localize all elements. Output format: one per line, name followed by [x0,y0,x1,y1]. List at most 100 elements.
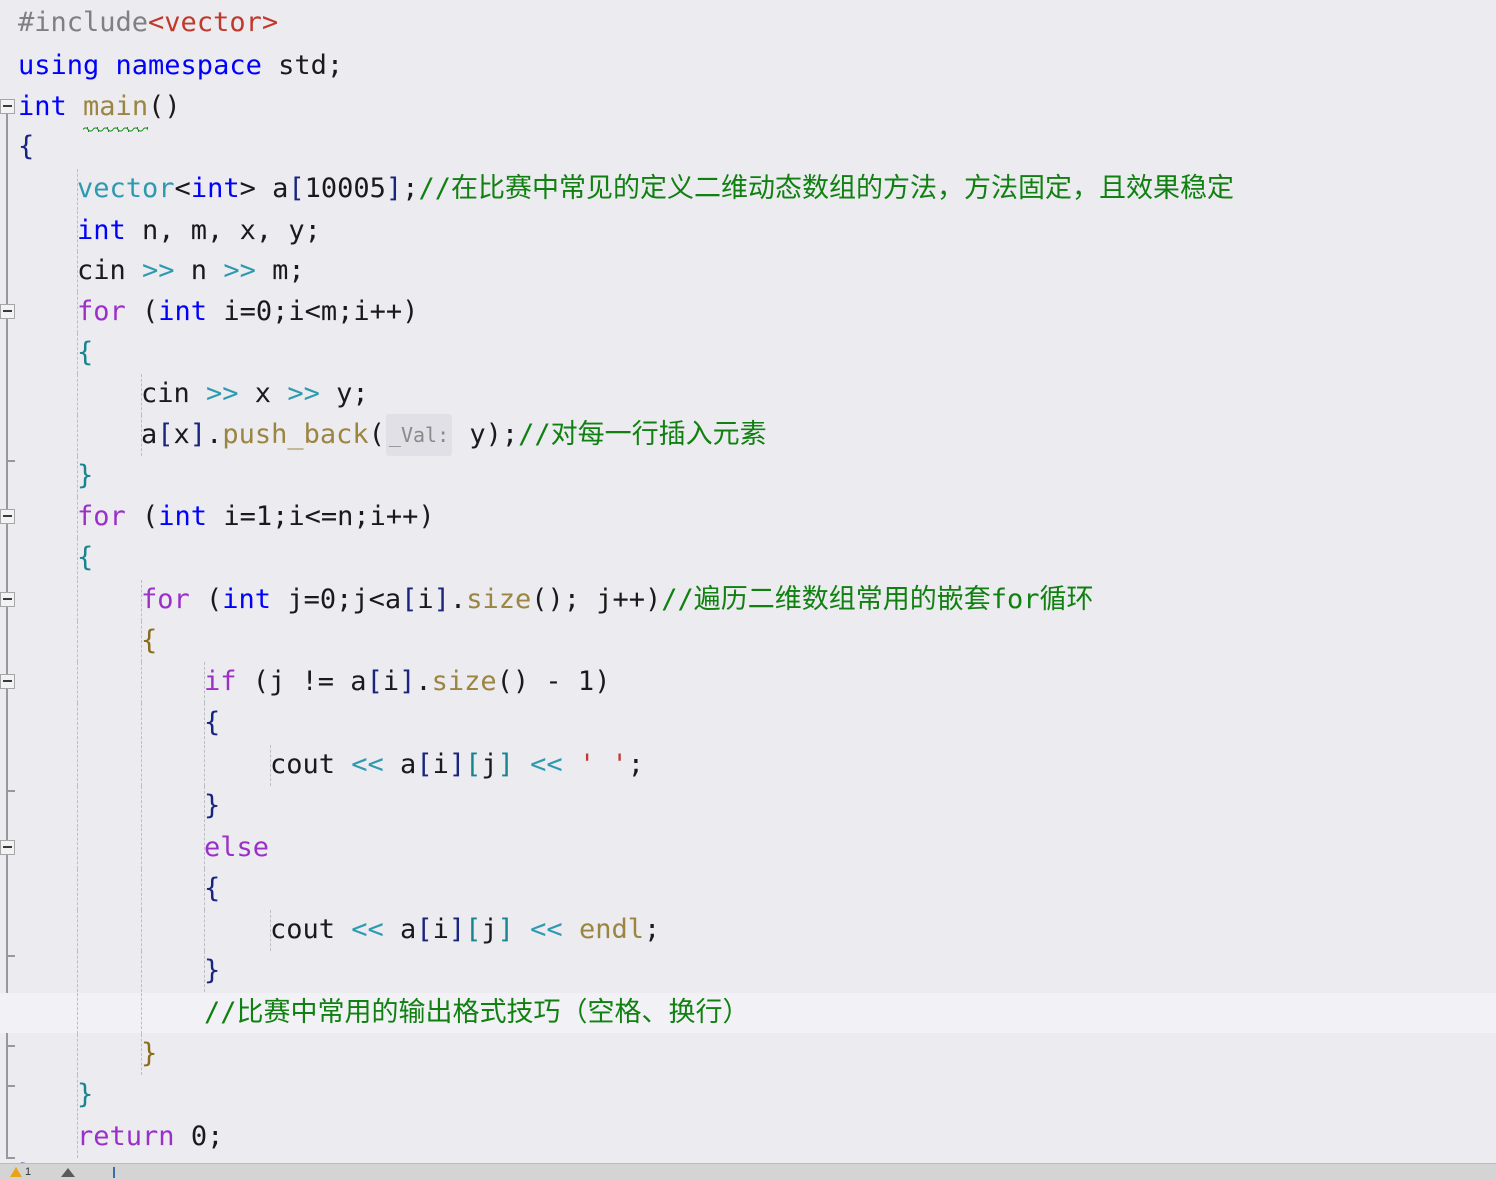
function-name-with-warning: main [83,87,149,133]
token-br1: ] [448,914,466,945]
token-br1: [ [288,173,305,204]
code-line[interactable]: int main() [0,87,1496,133]
code-line[interactable]: { [0,538,1496,578]
code-line[interactable]: vector < int > a[10005];//在比赛中常见的定义二维动态数组的方… [0,169,1496,209]
code-line[interactable]: cout << a[i][j] << ' '; [0,745,1496,785]
code-line[interactable]: { [0,621,1496,661]
token-kw: int [158,501,208,532]
indent-guide [77,1075,78,1116]
indent-guide [77,910,78,951]
token-plain: m; [255,255,305,286]
indent-guide [77,662,78,703]
token-br1: ] [189,419,207,450]
code-line[interactable]: } [0,1034,1496,1074]
indent-guide [204,910,205,951]
code-line[interactable]: for (int i=1;i<=n;i++) [0,497,1496,537]
code-line[interactable]: cin >> n >> m; [0,251,1496,291]
indent-guide [77,211,78,252]
code-line[interactable]: { [0,127,1496,167]
code-line[interactable]: { [0,869,1496,909]
code-line[interactable]: { [0,333,1496,373]
code-line[interactable]: } [0,786,1496,826]
text-caret-icon [113,1166,116,1178]
token-op: >> [223,255,256,286]
indent-guide [141,374,142,415]
token-kw: using namespace [18,50,262,81]
token-plain: ( [125,501,159,532]
token-br1: } [204,955,221,986]
token-plain: ( [189,584,223,615]
indent-guide [77,1117,78,1158]
indent-guide [141,703,142,744]
token-ctl: if [204,666,237,697]
token-plain: ; [643,914,661,945]
token-num: 0 [190,1121,208,1152]
indent-guide [141,951,142,992]
inlay-hint: _Val: [385,414,453,457]
token-kw: int [222,584,272,615]
code-editor[interactable]: #include <vector> using namespace std; int … [0,0,1496,1180]
code-line[interactable]: if (j != a[i]. size() - 1) [0,662,1496,702]
token-plain: x [238,378,288,409]
code-line[interactable]: cout << a[i][j] << endl; [0,910,1496,950]
token-br1: { [204,873,221,904]
token-pre: #include [18,7,149,38]
token-plain: i=0;i<m;i++) [207,296,419,327]
indent-guide [141,580,142,621]
indent-guide [204,703,205,744]
token-plain: y; [319,378,369,409]
code-line[interactable]: #include <vector> [0,3,1496,43]
token-plain: i [432,749,449,780]
token-br1: ] [385,173,403,204]
token-plain: cout [270,749,352,780]
code-line[interactable]: cin >> x >> y; [0,374,1496,414]
token-kw: int [18,91,67,122]
token-op: << [351,749,384,780]
token-plain: cin [77,255,143,286]
warning-indicator[interactable]: 1 [10,1166,31,1178]
indent-guide [141,993,142,1034]
token-char: ' ' [578,749,628,780]
code-surface[interactable]: #include <vector> using namespace std; int … [0,0,1496,1180]
warning-count: 1 [25,1166,32,1178]
token-op: >> [206,378,239,409]
code-line[interactable]: } [0,456,1496,496]
token-br2: ] [497,749,514,780]
code-line[interactable]: return 0; [0,1117,1496,1157]
token-op: << [530,749,563,780]
token-plain: j [481,749,498,780]
code-line[interactable]: int n, m, x, y; [0,211,1496,251]
token-plain: i=1;i<=n;i++) [207,501,435,532]
code-line[interactable]: else [0,828,1496,868]
token-br2: { [77,337,94,368]
token-type: vector [77,173,175,204]
indent-guide [77,456,78,497]
code-line[interactable]: for (int i=0;i<m;i++) [0,292,1496,332]
code-line[interactable]: //比赛中常用的输出格式技巧（空格、换行） [0,993,1496,1034]
token-ctl: for [77,501,126,532]
indent-guide [77,869,78,910]
token-kw: int [158,296,208,327]
indent-guide [204,869,205,910]
indent-guide [77,292,78,333]
code-line[interactable]: } [0,951,1496,991]
code-line[interactable]: { [0,703,1496,743]
indent-guide [141,869,142,910]
token-ctl: else [204,832,270,863]
code-line[interactable]: for (int j=0;j<a[i]. size (); j++)//遍历二维数组… [0,580,1496,620]
indent-guide [77,169,78,210]
indent-guide [141,662,142,703]
indent-guide [77,1034,78,1075]
chevron-up-icon[interactable] [61,1167,76,1177]
indent-guide [77,374,78,415]
token-plain: < [174,173,191,204]
token-br1: [ [401,584,418,615]
indent-guide [141,745,142,786]
code-line[interactable]: } [0,1075,1496,1115]
code-line[interactable]: using namespace std; [0,46,1496,86]
indent-guide [270,745,271,786]
code-line[interactable]: a[x]. push_back(_Val: y);//对每一行插入元素 [0,414,1496,457]
token-ctl: for [77,296,126,327]
indent-guide [270,910,271,951]
